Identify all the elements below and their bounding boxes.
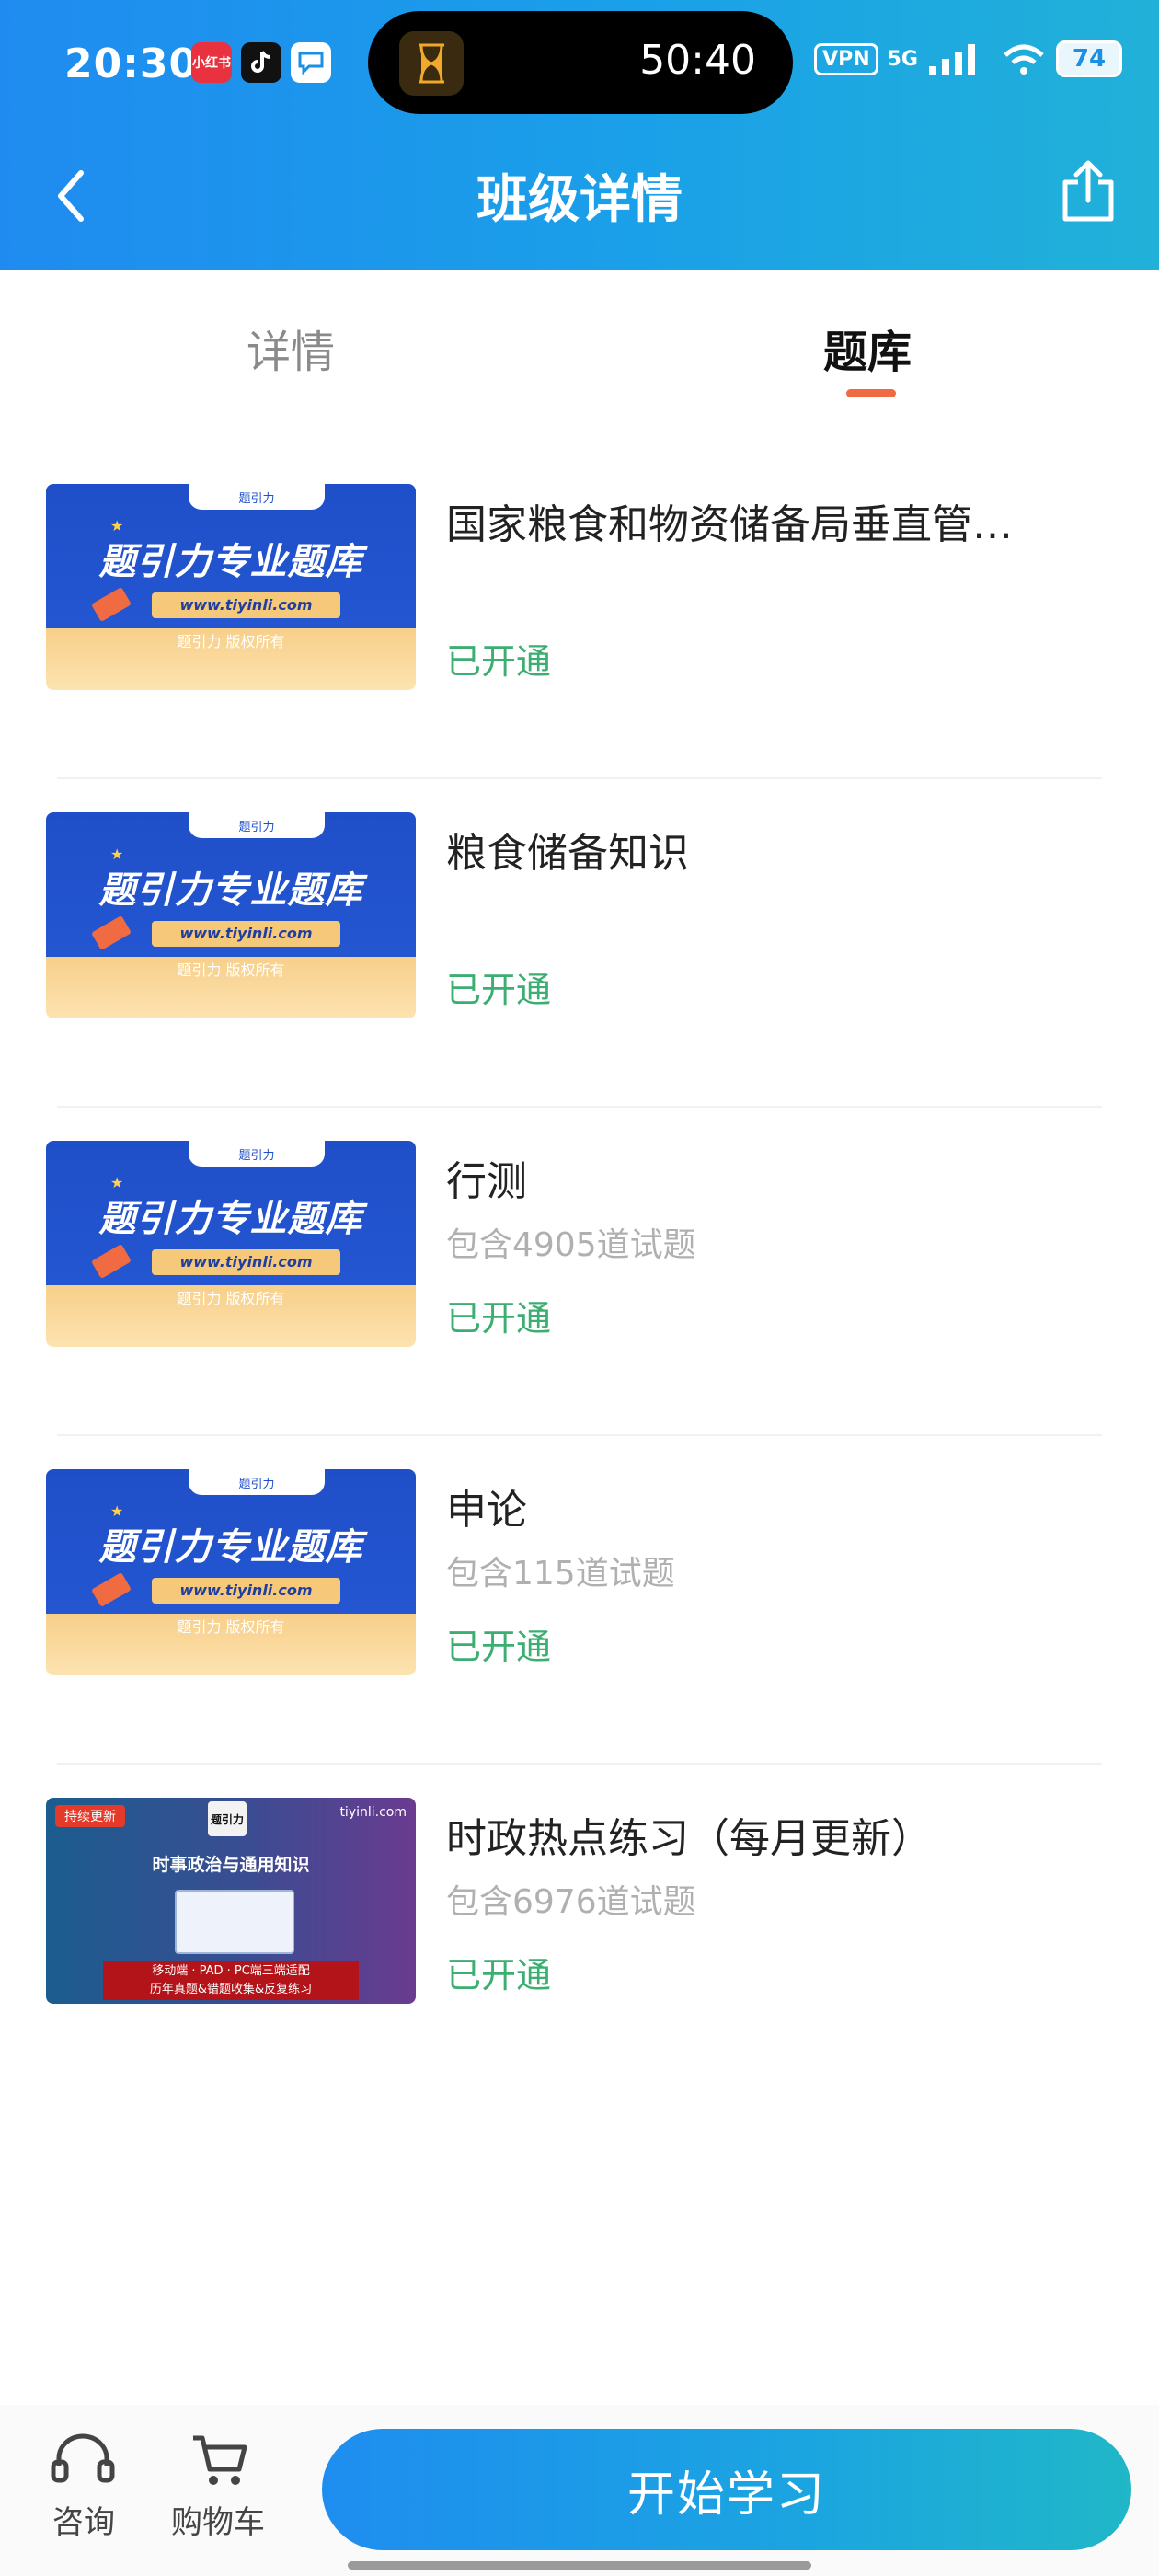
item-question-count: 包含6976道试题 (446, 1883, 696, 1921)
status-indicators: VPN 5G 74 (814, 40, 1122, 77)
network-label: 5G (887, 47, 918, 71)
thumb-feature-line: 移动端 · PAD · PC端三端适配 (152, 1964, 310, 1978)
thumb-title: 时事政治与通用知识 (152, 1855, 310, 1875)
thumb-copyright: 题引力 版权所有 (177, 1618, 285, 1636)
thumb-site: tiyinli.com (339, 1805, 407, 1820)
list-item[interactable]: 题引力 ★ 题引力专业题库 www.tiyinli.com 题引力 版权所有 行… (0, 1108, 1159, 1436)
status-bar: 20:30 小红书 50:40 VPN 5G 74 (0, 0, 1159, 129)
vpn-badge: VPN (814, 42, 878, 75)
cart-label[interactable]: 购物车 (167, 2497, 269, 2542)
item-status: 已开通 (446, 1298, 552, 1339)
thumb-brand-tab: 题引力 (189, 1469, 325, 1495)
shopping-cart-icon[interactable] (180, 2432, 254, 2488)
item-thumbnail: 题引力 ★ 题引力专业题库 www.tiyinli.com 题引力 版权所有 (46, 1469, 416, 1675)
list-item[interactable]: 题引力 ★ 题引力专业题库 www.tiyinli.com 题引力 版权所有 申… (0, 1436, 1159, 1765)
item-title: 申论 (446, 1487, 527, 1534)
item-title: 行测 (446, 1158, 527, 1205)
thumb-url: www.tiyinli.com (152, 1578, 340, 1604)
hourglass-icon (399, 31, 464, 96)
signal-icon (929, 44, 975, 75)
item-question-count: 包含4905道试题 (446, 1226, 696, 1264)
item-status: 已开通 (446, 641, 552, 682)
header: 20:30 小红书 50:40 VPN 5G 74 班级详情 (0, 0, 1159, 270)
start-learning-button[interactable]: 开始学习 (322, 2429, 1131, 2550)
bottom-action-bar: 咨询 购物车 开始学习 (0, 2405, 1159, 2576)
chat-bubble-icon (291, 42, 331, 83)
thumb-url: www.tiyinli.com (152, 592, 340, 618)
active-tab-indicator (846, 389, 896, 397)
thumb-title: 题引力专业题库 (98, 541, 363, 583)
item-thumbnail: 题引力 ★ 题引力专业题库 www.tiyinli.com 题引力 版权所有 (46, 1141, 416, 1347)
list-item[interactable]: 题引力 ★ 题引力专业题库 www.tiyinli.com 题引力 版权所有 国… (0, 451, 1159, 779)
item-status: 已开通 (446, 1627, 552, 1667)
headset-icon[interactable] (46, 2432, 120, 2488)
battery-indicator: 74 (1056, 40, 1122, 77)
item-thumbnail: 题引力 ★ 题引力专业题库 www.tiyinli.com 题引力 版权所有 (46, 812, 416, 1018)
xiaohongshu-icon: 小红书 (191, 42, 232, 83)
thumb-feature-bar: 移动端 · PAD · PC端三端适配 历年真题&错题收集&反复练习 (103, 1961, 359, 2000)
item-status: 已开通 (446, 1955, 552, 1995)
home-indicator (348, 2561, 811, 2570)
list-item[interactable]: 持续更新 题引力 tiyinli.com 时事政治与通用知识 移动端 · PAD… (0, 1765, 1159, 2093)
thumb-brand-tab: 题引力 (189, 484, 325, 510)
list-item[interactable]: 题引力 ★ 题引力专业题库 www.tiyinli.com 题引力 版权所有 粮… (0, 779, 1159, 1108)
share-icon[interactable] (1060, 158, 1117, 224)
tab-detail[interactable]: 详情 (247, 316, 335, 380)
thumb-feature-line: 历年真题&错题收集&反复练习 (149, 1983, 313, 1996)
device-mockup-icon (175, 1890, 294, 1954)
item-status: 已开通 (446, 970, 552, 1010)
pencil-icon (91, 586, 132, 623)
dynamic-island: 50:40 (368, 11, 793, 114)
timer-text: 50:40 (639, 37, 756, 84)
pencil-icon (91, 1571, 132, 1608)
thumb-badge: 持续更新 (55, 1805, 125, 1827)
thumb-brand-tab: 题引力 (189, 1141, 325, 1167)
wifi-icon (1004, 44, 1044, 75)
thumb-copyright: 题引力 版权所有 (177, 633, 285, 650)
item-title: 粮食储备知识 (446, 830, 689, 877)
tab-bar: 详情 题库 (0, 270, 1159, 417)
tiktok-icon (241, 42, 281, 83)
thumb-title: 题引力专业题库 (98, 869, 363, 912)
item-thumbnail: 题引力 ★ 题引力专业题库 www.tiyinli.com 题引力 版权所有 (46, 484, 416, 690)
item-title: 国家粮食和物资储备局垂直管… (446, 501, 1013, 548)
tab-question-bank[interactable]: 题库 (823, 316, 912, 380)
thumb-title: 题引力专业题库 (98, 1526, 363, 1569)
thumb-copyright: 题引力 版权所有 (177, 1290, 285, 1307)
thumb-url: www.tiyinli.com (152, 921, 340, 947)
page-title: 班级详情 (476, 170, 683, 230)
thumb-brand-tab: 题引力 (189, 812, 325, 838)
pencil-icon (91, 914, 132, 951)
thumb-copyright: 题引力 版权所有 (177, 961, 285, 979)
pencil-icon (91, 1243, 132, 1280)
status-time: 20:30 (64, 40, 199, 87)
thumb-url: www.tiyinli.com (152, 1249, 340, 1275)
item-question-count: 包含115道试题 (446, 1555, 675, 1593)
brand-logo: 题引力 (208, 1801, 247, 1836)
consult-label[interactable]: 咨询 (52, 2497, 116, 2542)
item-thumbnail: 持续更新 题引力 tiyinli.com 时事政治与通用知识 移动端 · PAD… (46, 1798, 416, 2004)
thumb-title: 题引力专业题库 (98, 1198, 363, 1240)
item-title: 时政热点练习（每月更新） (446, 1815, 932, 1862)
